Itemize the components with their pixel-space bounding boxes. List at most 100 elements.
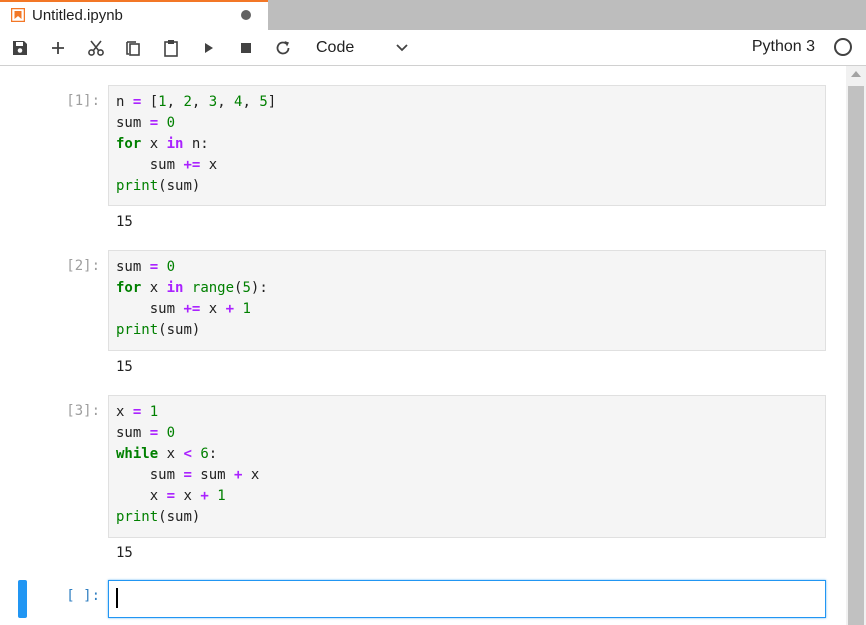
code-token: sum [116, 425, 150, 441]
code-token: [ [141, 94, 159, 110]
restart-button[interactable] [271, 37, 295, 59]
code-token: for [116, 280, 142, 296]
save-button[interactable] [8, 37, 32, 59]
code-token: sum [116, 115, 150, 131]
code-token: = [149, 425, 159, 441]
code-editor[interactable]: n = [1, 2, 3, 4, 5] sum = 0 for x in n: … [116, 92, 818, 197]
code-token: , [191, 94, 209, 110]
copy-button[interactable] [121, 37, 145, 59]
vertical-scrollbar[interactable] [846, 66, 866, 625]
insert-cell-button[interactable] [46, 37, 70, 59]
cell-output: 15 [116, 214, 133, 230]
scrollbar-thumb[interactable] [848, 86, 864, 625]
code-token: x [116, 404, 133, 420]
add-icon [52, 42, 64, 54]
code-token: , [242, 94, 260, 110]
code-token: < [183, 446, 192, 462]
code-token: sum [116, 301, 184, 317]
interrupt-button[interactable] [234, 37, 258, 59]
code-token: sum [116, 467, 184, 483]
active-cell-indicator [18, 580, 27, 618]
code-token: 0 [166, 115, 176, 131]
code-token: sum [191, 467, 235, 483]
code-token: 1 [217, 488, 226, 504]
cell-input[interactable]: x = 1 sum = 0 while x < 6: sum = sum + x… [108, 395, 826, 538]
code-editor[interactable]: sum = 0 for x in range(5): sum += x + 1 … [116, 257, 818, 341]
code-token: print [116, 178, 159, 194]
notebook-toolbar: Code Python 3 [0, 30, 866, 66]
code-editor[interactable]: x = 1 sum = 0 while x < 6: sum = sum + x… [116, 402, 818, 528]
code-token: 5 [242, 280, 251, 296]
kernel-idle-icon [834, 38, 852, 56]
stop-icon [241, 43, 251, 53]
cell-input[interactable] [108, 580, 826, 618]
code-token: 3 [208, 94, 218, 110]
cell-type-dropdown[interactable]: Code [306, 34, 416, 62]
cell-type-value: Code [316, 39, 355, 56]
code-token: x [116, 488, 167, 504]
code-token: x [200, 301, 226, 317]
code-token: x [200, 157, 218, 173]
notebook-tab[interactable]: Untitled.ipynb [0, 0, 268, 30]
code-token: 0 [166, 259, 176, 275]
cut-button[interactable] [84, 37, 108, 59]
kernel-name[interactable]: Python 3 [752, 38, 815, 56]
code-token: = [183, 467, 192, 483]
paste-button[interactable] [159, 37, 183, 59]
execution-count: [3]: [66, 403, 100, 419]
restart-icon [276, 41, 290, 55]
tab-title: Untitled.ipynb [32, 7, 123, 24]
code-token: sum [116, 157, 184, 173]
code-token: += [183, 301, 201, 317]
run-button[interactable] [197, 37, 221, 59]
execution-count: [ ]: [66, 588, 100, 604]
code-token: 5 [259, 94, 268, 110]
code-token: += [183, 157, 201, 173]
code-token: , [166, 94, 184, 110]
code-token: x [158, 446, 184, 462]
code-token: (sum) [158, 509, 201, 525]
save-icon [13, 41, 27, 55]
tab-bar: Untitled.ipynb [0, 0, 866, 30]
execution-count: [1]: [66, 93, 100, 109]
code-token: print [116, 322, 159, 338]
chevron-down-icon [396, 44, 408, 52]
code-token: 1 [242, 301, 251, 317]
code-token: x [141, 136, 167, 152]
code-token: ): [250, 280, 268, 296]
code-token: n [116, 94, 133, 110]
run-icon [205, 43, 213, 53]
code-token: print [116, 509, 159, 525]
cell-output: 15 [116, 545, 133, 561]
code-token: x [141, 280, 167, 296]
cut-icon [88, 40, 104, 56]
notebook-icon [11, 8, 25, 22]
code-token: in [166, 136, 184, 152]
cell-output: 15 [116, 359, 133, 375]
cell-input[interactable]: sum = 0 for x in range(5): sum += x + 1 … [108, 250, 826, 351]
paste-icon [164, 40, 178, 57]
code-token: x [242, 467, 260, 483]
copy-icon [126, 41, 140, 56]
scroll-up-icon[interactable] [851, 71, 861, 77]
code-token: x [175, 488, 201, 504]
code-token: + [200, 488, 209, 504]
code-token: range [191, 280, 235, 296]
execution-count: [2]: [66, 258, 100, 274]
text-cursor [116, 588, 118, 608]
code-token: in [166, 280, 184, 296]
unsaved-dot-icon[interactable] [241, 10, 251, 20]
code-token: (sum) [158, 322, 201, 338]
cell-input[interactable]: n = [1, 2, 3, 4, 5] sum = 0 for x in n: … [108, 85, 826, 206]
notebook-panel: [1]: n = [1, 2, 3, 4, 5] sum = 0 for x i… [0, 66, 846, 625]
code-token: n: [183, 136, 209, 152]
code-token: : [208, 446, 218, 462]
code-token: for [116, 136, 142, 152]
code-token: = [166, 488, 176, 504]
